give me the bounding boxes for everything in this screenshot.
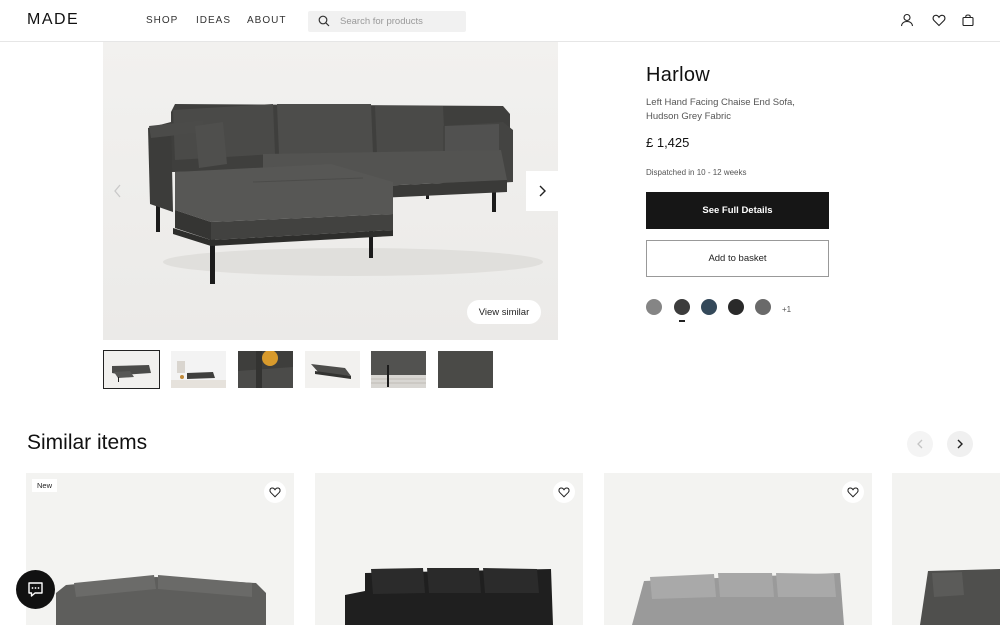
search-bar[interactable] [308,11,466,32]
product-main-image[interactable] [103,42,558,340]
logo[interactable]: MADE [27,11,79,29]
swatch-light-grey[interactable] [646,299,662,315]
chevron-left-icon [917,439,923,449]
favourite-button-3[interactable] [842,481,864,503]
thumbnail-image [104,351,159,388]
search-input[interactable] [340,14,460,29]
dispatch-info: Dispatched in 10 - 12 weeks [646,168,747,177]
similar-item-card-2[interactable] [315,473,583,625]
similar-item-card-3[interactable] [604,473,872,625]
chevron-right-icon [957,439,963,449]
heart-icon [558,487,570,498]
thumbnail-5[interactable] [371,351,426,388]
thumbnail-image [238,351,293,388]
similar-item-image [892,473,1000,625]
heart-icon [269,487,281,498]
thumbnail-4[interactable] [305,351,360,388]
similar-item-image [26,473,294,625]
nav-shop[interactable]: SHOP [146,15,178,26]
chat-icon [28,582,43,597]
gallery-next-button[interactable] [526,171,558,211]
similar-items-title: Similar items [27,431,148,454]
similar-item-image [604,473,872,625]
site-header: MADE SHOP IDEAS ABOUT [0,0,1000,42]
more-swatches[interactable]: +1 [782,305,791,314]
swatch-grey[interactable] [755,299,771,315]
favourite-button-2[interactable] [553,481,575,503]
product-description: Left Hand Facing Chaise End Sofa, Hudson… [646,97,795,122]
nav-ideas[interactable]: IDEAS [196,15,231,26]
thumbnail-6[interactable] [438,351,493,388]
thumbnail-image [171,351,226,388]
chat-button[interactable] [16,570,55,609]
favourite-button-1[interactable] [264,481,286,503]
swatch-black[interactable] [728,299,744,315]
heart-icon[interactable] [932,13,946,27]
product-price: £ 1,425 [646,135,690,150]
search-icon [318,15,330,27]
thumbnail-2[interactable] [171,351,226,388]
user-icon[interactable] [900,13,914,27]
swatch-dark-grey[interactable] [674,299,690,315]
swatch-selected-indicator [679,320,685,322]
new-badge: New [32,479,58,492]
heart-icon [847,487,859,498]
nav-about[interactable]: ABOUT [247,15,286,26]
similar-item-card-4[interactable] [892,473,1000,625]
thumbnail-image [438,351,493,388]
gallery-prev-icon[interactable] [107,180,129,202]
thumbnail-1[interactable] [103,350,160,389]
similar-item-image [315,473,583,625]
thumbnail-image [305,351,360,388]
carousel-next-button[interactable] [947,431,973,457]
product-title: Harlow [646,64,711,86]
similar-item-card-1[interactable] [26,473,294,625]
swatch-blue[interactable] [701,299,717,315]
sofa-image [103,42,558,340]
bag-icon[interactable] [961,13,975,27]
chevron-right-icon [539,185,546,197]
add-to-basket-button[interactable]: Add to basket [646,240,829,277]
see-full-details-button[interactable]: See Full Details [646,192,829,229]
thumbnail-image [371,351,426,388]
view-similar-button[interactable]: View similar [467,300,541,324]
thumbnail-3[interactable] [238,351,293,388]
carousel-prev-button[interactable] [907,431,933,457]
